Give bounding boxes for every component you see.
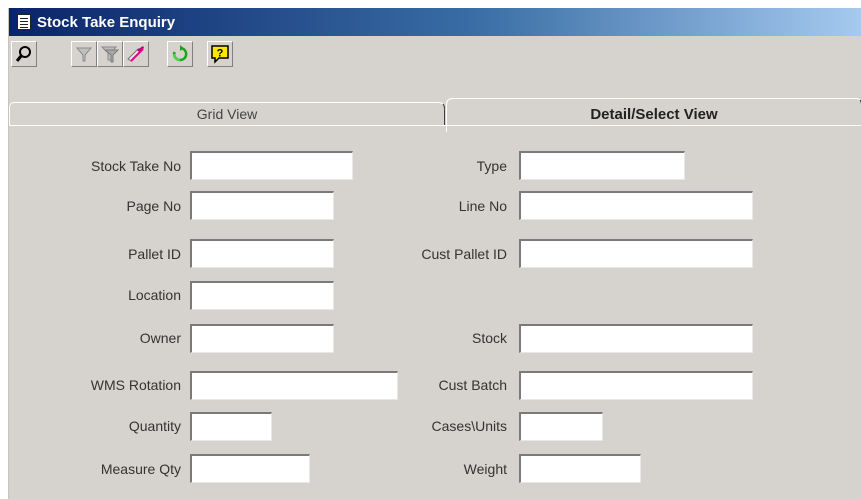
type-label: Type bbox=[476, 158, 507, 174]
cust-batch-label: Cust Batch bbox=[438, 377, 507, 393]
stock-take-no-label: Stock Take No bbox=[90, 158, 181, 174]
weight-field[interactable] bbox=[519, 454, 641, 483]
quantity-label: Quantity bbox=[128, 418, 181, 434]
title-bar: Stock Take Enquiry bbox=[9, 8, 861, 36]
cust-pallet-id-field[interactable] bbox=[519, 239, 753, 268]
tab-grid-view[interactable]: Grid View bbox=[9, 102, 445, 126]
window-title: Stock Take Enquiry bbox=[37, 13, 176, 31]
wms-rotation-field[interactable] bbox=[190, 371, 398, 400]
type-field[interactable] bbox=[519, 151, 685, 180]
toolbar: ? bbox=[9, 36, 861, 74]
cases-units-field[interactable] bbox=[519, 412, 603, 441]
wms-rotation-label: WMS Rotation bbox=[90, 377, 181, 393]
refresh-icon bbox=[172, 45, 188, 62]
stock-field[interactable] bbox=[519, 324, 753, 353]
refresh-button[interactable] bbox=[167, 41, 193, 67]
location-field[interactable] bbox=[190, 281, 334, 310]
filter-button[interactable] bbox=[71, 41, 97, 67]
eraser-icon bbox=[127, 46, 144, 62]
line-no-field[interactable] bbox=[519, 191, 753, 220]
stock-label: Stock bbox=[471, 330, 507, 346]
filter-advanced-button[interactable] bbox=[97, 41, 123, 67]
detail-panel: Stock Take No Page No Pallet ID Location… bbox=[9, 125, 861, 499]
clear-filter-button[interactable] bbox=[123, 41, 149, 67]
owner-field[interactable] bbox=[190, 324, 334, 353]
funnel-icon bbox=[75, 47, 93, 62]
page-no-field[interactable] bbox=[190, 191, 334, 220]
funnel-multi-icon bbox=[101, 46, 119, 63]
document-icon bbox=[17, 14, 31, 30]
owner-label: Owner bbox=[139, 330, 181, 346]
stock-take-no-field[interactable] bbox=[190, 151, 353, 180]
weight-label: Weight bbox=[463, 461, 507, 477]
search-button[interactable] bbox=[11, 41, 37, 67]
tab-grid-view-label: Grid View bbox=[196, 106, 258, 122]
quantity-field[interactable] bbox=[190, 412, 272, 441]
measure-qty-field[interactable] bbox=[190, 454, 310, 483]
pallet-id-label: Pallet ID bbox=[128, 246, 181, 262]
pallet-id-field[interactable] bbox=[190, 239, 334, 268]
svg-text:?: ? bbox=[217, 48, 224, 60]
location-label: Location bbox=[128, 287, 181, 303]
line-no-label: Line No bbox=[458, 198, 507, 214]
help-button[interactable]: ? bbox=[207, 41, 233, 67]
magnifier-icon bbox=[15, 46, 31, 62]
page-no-label: Page No bbox=[126, 198, 181, 214]
stock-take-window: Stock Take Enquiry ? Grid View Detail/Se… bbox=[8, 8, 861, 499]
cust-pallet-id-label: Cust Pallet ID bbox=[421, 246, 507, 262]
cases-units-label: Cases\Units bbox=[431, 418, 507, 434]
help-icon: ? bbox=[211, 45, 229, 64]
cust-batch-field[interactable] bbox=[519, 371, 753, 400]
tab-detail-select-view-label: Detail/Select View bbox=[590, 106, 718, 123]
measure-qty-label: Measure Qty bbox=[100, 461, 181, 477]
